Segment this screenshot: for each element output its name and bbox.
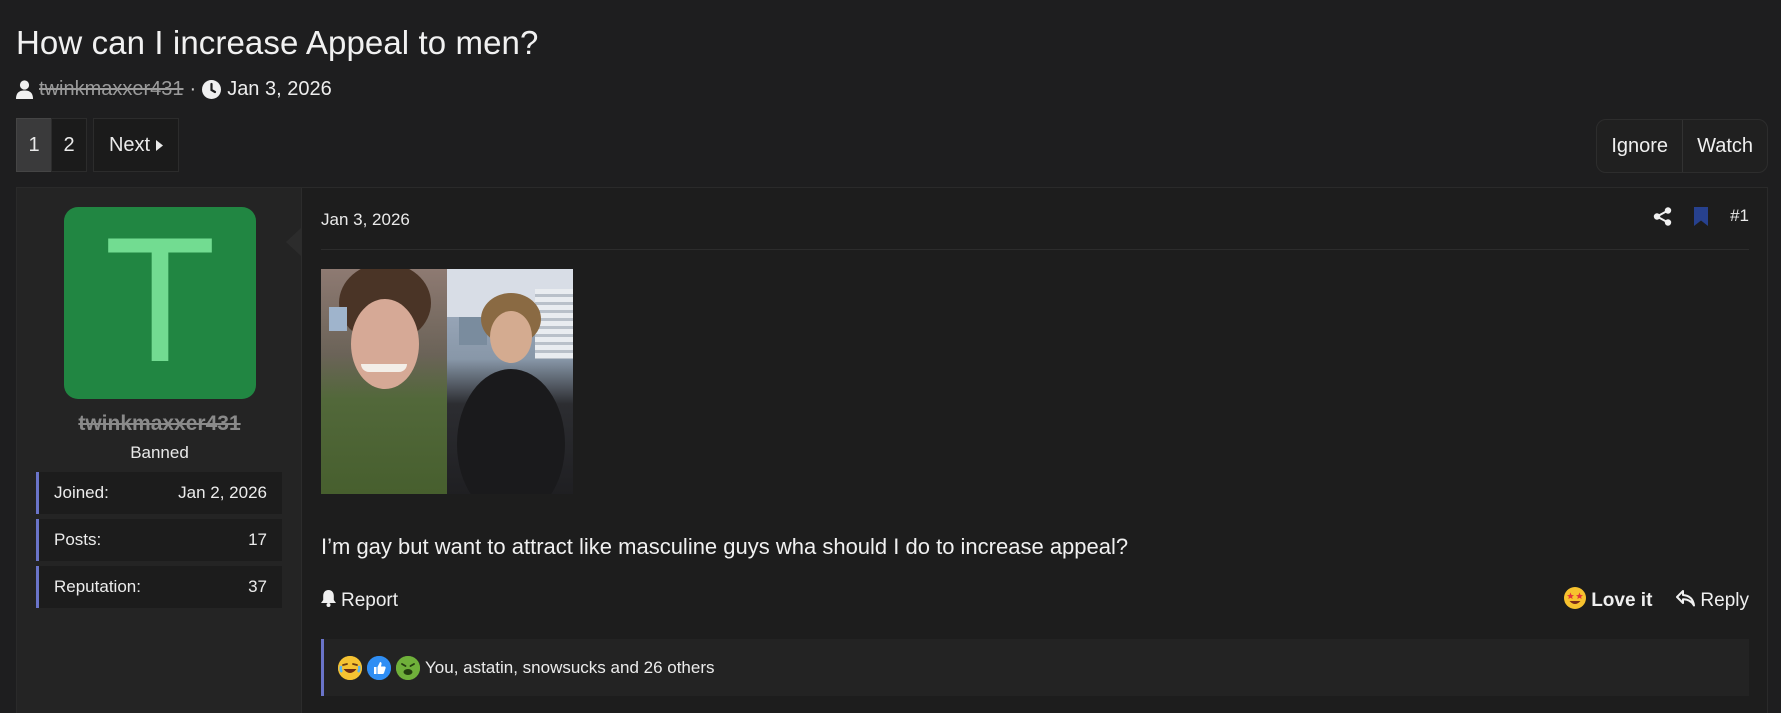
stat-posts: Posts: 17 [36, 519, 282, 561]
stat-label: Posts: [54, 530, 102, 549]
message-arrow [286, 228, 301, 256]
reaction-summary-link[interactable]: You, astatin, snowsucks and 26 others [425, 658, 715, 678]
post-body: I’m gay but want to attract like masculi… [321, 534, 1129, 559]
post-user-info: T twinkmaxxer431 Banned Joined: Jan 2, 2… [17, 188, 302, 713]
watch-button[interactable]: Watch [1682, 120, 1767, 172]
reply-arrow-icon [1676, 589, 1700, 613]
stat-joined: Joined: Jan 2, 2026 [36, 472, 282, 514]
next-label: Next [108, 133, 151, 156]
post-tools: #1 [1631, 206, 1749, 226]
love-it-label: Love it [1591, 590, 1653, 611]
stat-value: 37 [248, 577, 267, 596]
stat-value: 17 [248, 530, 267, 549]
user-title: Banned [130, 443, 189, 462]
star-struck-emoji-icon [1564, 587, 1591, 615]
user-icon [16, 80, 33, 99]
report-label: Report [341, 590, 399, 611]
thread-author-link[interactable]: twinkmaxxer431 [39, 78, 184, 101]
share-icon[interactable] [1653, 206, 1672, 226]
bell-icon [321, 589, 341, 613]
stat-label: Reputation: [54, 577, 141, 596]
post-message: Jan 3, 2026 #1 I’m gay but want to attra… [302, 188, 1767, 713]
post-1: T twinkmaxxer431 Banned Joined: Jan 2, 2… [16, 187, 1768, 713]
reply-label: Reply [1700, 590, 1749, 611]
meta-separator: · [189, 78, 197, 100]
bookmark-icon[interactable] [1694, 206, 1709, 226]
stat-label: Joined: [54, 483, 109, 502]
caret-right-icon [150, 134, 164, 157]
page-2-link[interactable]: 2 [51, 118, 87, 172]
report-button[interactable]: Report [321, 589, 399, 613]
stat-reputation: Reputation: 37 [36, 566, 282, 608]
stat-value: Jan 2, 2026 [178, 483, 267, 502]
ignore-button[interactable]: Ignore [1597, 120, 1682, 172]
love-it-reaction-button[interactable]: Love it [1564, 587, 1652, 615]
thumbs-up-emoji-icon [367, 655, 391, 680]
post-date-link[interactable]: Jan 3, 2026 [321, 210, 410, 230]
thread-actions: Ignore Watch [1596, 119, 1768, 173]
pagination: 1 2 Next [16, 118, 179, 172]
attached-photo-selfie[interactable] [321, 269, 447, 494]
divider [321, 249, 1749, 250]
next-page-button[interactable]: Next [93, 118, 179, 172]
post-username[interactable]: twinkmaxxer431 [17, 412, 302, 436]
reactions-bar[interactable]: You, astatin, snowsucks and 26 others [321, 639, 1749, 696]
thread-title: How can I increase Appeal to men? [16, 24, 539, 61]
laughing-emoji-icon [338, 655, 362, 680]
thread-date-link[interactable]: Jan 3, 2026 [227, 78, 332, 101]
post-actions: Report Love it Reply [321, 587, 1749, 615]
post-number-link[interactable]: #1 [1730, 206, 1749, 226]
clock-icon [202, 80, 222, 99]
thread-meta: twinkmaxxer431 · Jan 3, 2026 [16, 78, 332, 101]
sick-emoji-icon [396, 655, 420, 680]
reply-button[interactable]: Reply [1676, 589, 1749, 613]
page-1-current[interactable]: 1 [16, 118, 52, 172]
attached-photo-seated[interactable] [447, 269, 573, 494]
avatar[interactable]: T [64, 207, 256, 399]
